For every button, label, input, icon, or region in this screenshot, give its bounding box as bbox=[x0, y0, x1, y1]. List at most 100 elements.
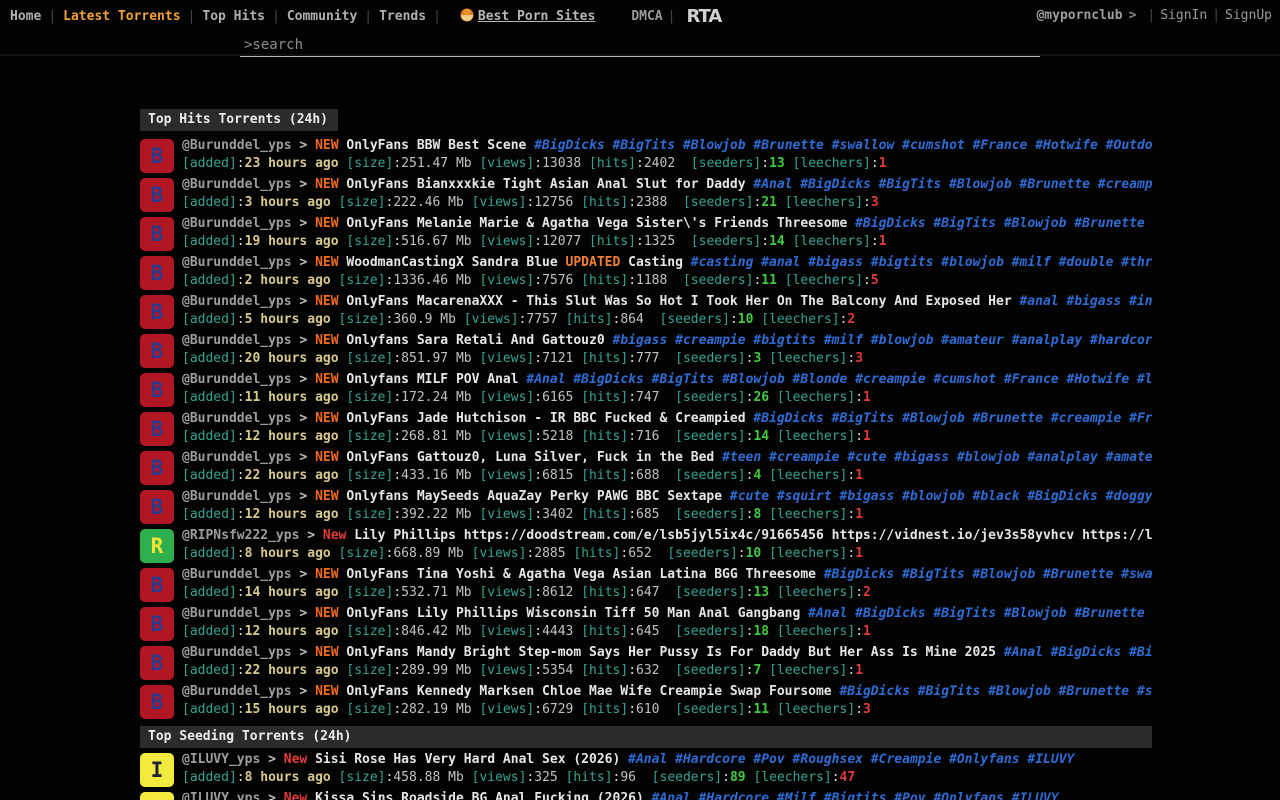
uploader-name[interactable]: @Burunddel_yps bbox=[182, 606, 292, 621]
hashtag-link[interactable]: #BigDicks bbox=[1051, 645, 1129, 660]
uploader-name[interactable]: @Burunddel_yps bbox=[182, 333, 292, 348]
nav-item-latest-torrents[interactable]: Latest Torrents bbox=[61, 9, 182, 24]
hashtag-link[interactable]: #amateur bbox=[1106, 450, 1152, 465]
hashtag-link[interactable]: #lingeri… bbox=[1137, 372, 1152, 387]
hashtag-link[interactable]: #bigtits bbox=[871, 255, 941, 270]
uploader-name[interactable]: @Burunddel_yps bbox=[182, 684, 292, 699]
hashtag-link[interactable]: #swallow bbox=[832, 138, 902, 153]
torrent-title[interactable]: Lily Phillips https://doodstream.com/e/l… bbox=[354, 528, 1152, 543]
hashtag-link[interactable]: #swallow… bbox=[1137, 684, 1152, 699]
hashtag-link[interactable]: #Blowjob bbox=[1004, 216, 1074, 231]
uploader-name[interactable]: @Burunddel_yps bbox=[182, 450, 292, 465]
hashtag-link[interactable]: #BigTits bbox=[832, 411, 902, 426]
torrent-title[interactable]: OnlyFans Tina Yoshi & Agatha Vega Asian … bbox=[346, 567, 823, 582]
hashtag-link[interactable]: #Creampie bbox=[871, 752, 949, 767]
hashtag-link[interactable]: #blowjob bbox=[902, 489, 972, 504]
uploader-avatar[interactable]: B bbox=[140, 490, 174, 524]
hashtag-link[interactable]: #Brunette bbox=[1020, 177, 1098, 192]
hashtag-link[interactable]: #Blowjob bbox=[902, 411, 972, 426]
hashtag-link[interactable]: #doggystyle bbox=[1106, 489, 1152, 504]
hashtag-link[interactable]: #analplay bbox=[1012, 333, 1090, 348]
uploader-avatar[interactable]: B bbox=[140, 412, 174, 446]
uploader-avatar[interactable]: B bbox=[140, 568, 174, 602]
uploader-name[interactable]: @Burunddel_yps bbox=[182, 372, 292, 387]
hashtag-link[interactable]: #double bbox=[1059, 255, 1122, 270]
hashtag-link[interactable]: #cute bbox=[847, 450, 894, 465]
hashtag-link[interactable]: #bigtits bbox=[753, 333, 823, 348]
hashtag-link[interactable]: #Blowjob bbox=[949, 177, 1019, 192]
hashtag-link[interactable]: #swallow bbox=[1121, 567, 1152, 582]
uploader-avatar[interactable]: B bbox=[140, 256, 174, 290]
hashtag-link[interactable]: #BigDicks bbox=[839, 684, 917, 699]
signup-link[interactable]: SignUp bbox=[1225, 8, 1272, 23]
hashtag-link[interactable]: #milf bbox=[824, 333, 871, 348]
hashtag-link[interactable]: #blowjob bbox=[941, 255, 1011, 270]
uploader-name[interactable]: @ILUVY_yps bbox=[182, 791, 260, 800]
uploader-name[interactable]: @Burunddel_yps bbox=[182, 177, 292, 192]
dmca-link[interactable]: DMCA bbox=[631, 9, 662, 24]
uploader-name[interactable]: @ILUVY_yps bbox=[182, 752, 260, 767]
hashtag-link[interactable]: #Milf bbox=[777, 791, 824, 800]
hashtag-link[interactable]: #ILUVY bbox=[1012, 791, 1067, 800]
torrent-title[interactable]: Onlyfans MaySeeds AquaZay Perky PAWG BBC… bbox=[346, 489, 730, 504]
hashtag-link[interactable]: #Outdoors bbox=[1106, 138, 1152, 153]
torrent-title[interactable]: Kissa Sins Roadside BG Anal Fucking (202… bbox=[315, 791, 652, 800]
torrent-title[interactable]: OnlyFans MacarenaXXX - This Slut Was So … bbox=[346, 294, 1019, 309]
hashtag-link[interactable]: #Anal bbox=[526, 372, 573, 387]
hashtag-link[interactable]: #bigass bbox=[894, 450, 957, 465]
hashtag-link[interactable]: #Onlyfans bbox=[949, 752, 1027, 767]
nav-item-home[interactable]: Home bbox=[8, 9, 43, 24]
nav-item-community[interactable]: Community bbox=[285, 9, 359, 24]
hashtag-link[interactable]: #Anal bbox=[628, 752, 675, 767]
hashtag-link[interactable]: #Anal bbox=[753, 177, 800, 192]
hashtag-link[interactable]: #BigDicks bbox=[855, 216, 933, 231]
torrent-title[interactable]: Onlyfans Sara Retali And Gattouz0 bbox=[346, 333, 612, 348]
hashtag-link[interactable]: #bigass bbox=[1066, 294, 1129, 309]
uploader-name[interactable]: @Burunddel_yps bbox=[182, 255, 292, 270]
hashtag-link[interactable]: #black bbox=[973, 489, 1028, 504]
best-porn-sites-link[interactable]: Best Porn Sites bbox=[478, 9, 595, 24]
hashtag-link[interactable]: #creampie bbox=[675, 333, 753, 348]
hashtag-link[interactable]: #cumshot bbox=[933, 372, 1003, 387]
hashtag-link[interactable]: #Hotwife bbox=[1067, 372, 1137, 387]
hashtag-link[interactable]: #Anal bbox=[1004, 645, 1051, 660]
uploader-avatar[interactable]: B bbox=[140, 685, 174, 719]
torrent-title[interactable]: OnlyFans Jade Hutchison - IR BBC Fucked … bbox=[346, 411, 753, 426]
search-input[interactable] bbox=[240, 35, 1040, 56]
hashtag-link[interactable]: #creampie bbox=[1051, 411, 1129, 426]
hashtag-link[interactable]: #BigDicks bbox=[534, 138, 612, 153]
uploader-avatar[interactable]: B bbox=[140, 607, 174, 641]
hashtag-link[interactable]: #BigDicks bbox=[824, 567, 902, 582]
hashtag-link[interactable]: #BigDicks bbox=[1027, 489, 1105, 504]
hashtag-link[interactable]: #interrac… bbox=[1129, 294, 1152, 309]
hashtag-link[interactable]: #Blowjob bbox=[722, 372, 792, 387]
hashtag-link[interactable]: #Blonde bbox=[793, 372, 856, 387]
uploader-avatar[interactable]: I bbox=[140, 753, 174, 787]
torrent-title[interactable]: OnlyFans Gattouz0, Luna Silver, Fuck in … bbox=[346, 450, 722, 465]
hashtag-link[interactable]: #Hotwife bbox=[1035, 138, 1105, 153]
hashtag-link[interactable]: #casting bbox=[691, 255, 761, 270]
rta-logo[interactable]: RTA bbox=[686, 6, 721, 27]
hashtag-link[interactable]: #Anal bbox=[652, 791, 699, 800]
torrent-title[interactable]: OnlyFans BBW Best Scene bbox=[346, 138, 534, 153]
torrent-title[interactable]: OnlyFans Lily Phillips Wisconsin Tiff 50… bbox=[346, 606, 808, 621]
uploader-avatar[interactable]: B bbox=[140, 646, 174, 680]
hashtag-link[interactable]: #Bigtits bbox=[824, 791, 894, 800]
hashtag-link[interactable]: #anal bbox=[1019, 294, 1066, 309]
hashtag-link[interactable]: #Brunette bbox=[1074, 606, 1152, 621]
uploader-avatar[interactable]: R bbox=[140, 529, 174, 563]
uploader-avatar[interactable]: B bbox=[140, 178, 174, 212]
uploader-name[interactable]: @Burunddel_yps bbox=[182, 489, 292, 504]
account-name[interactable]: @mypornclub bbox=[1036, 8, 1122, 23]
hashtag-link[interactable]: #blowjob bbox=[957, 450, 1027, 465]
hashtag-link[interactable]: #BigTits bbox=[902, 567, 972, 582]
hashtag-link[interactable]: #Anal bbox=[808, 606, 855, 621]
hashtag-link[interactable]: #teen bbox=[722, 450, 769, 465]
hashtag-link[interactable]: #blowjob bbox=[871, 333, 941, 348]
hashtag-link[interactable]: #Brunette bbox=[1074, 216, 1152, 231]
hashtag-link[interactable]: #creampie bbox=[1098, 177, 1152, 192]
hashtag-link[interactable]: #creampie bbox=[769, 450, 847, 465]
hashtag-link[interactable]: #BigDicks bbox=[855, 606, 933, 621]
torrent-title[interactable]: OnlyFans Bianxxxkie Tight Asian Anal Slu… bbox=[346, 177, 753, 192]
hashtag-link[interactable]: #hardcore bbox=[1090, 333, 1152, 348]
